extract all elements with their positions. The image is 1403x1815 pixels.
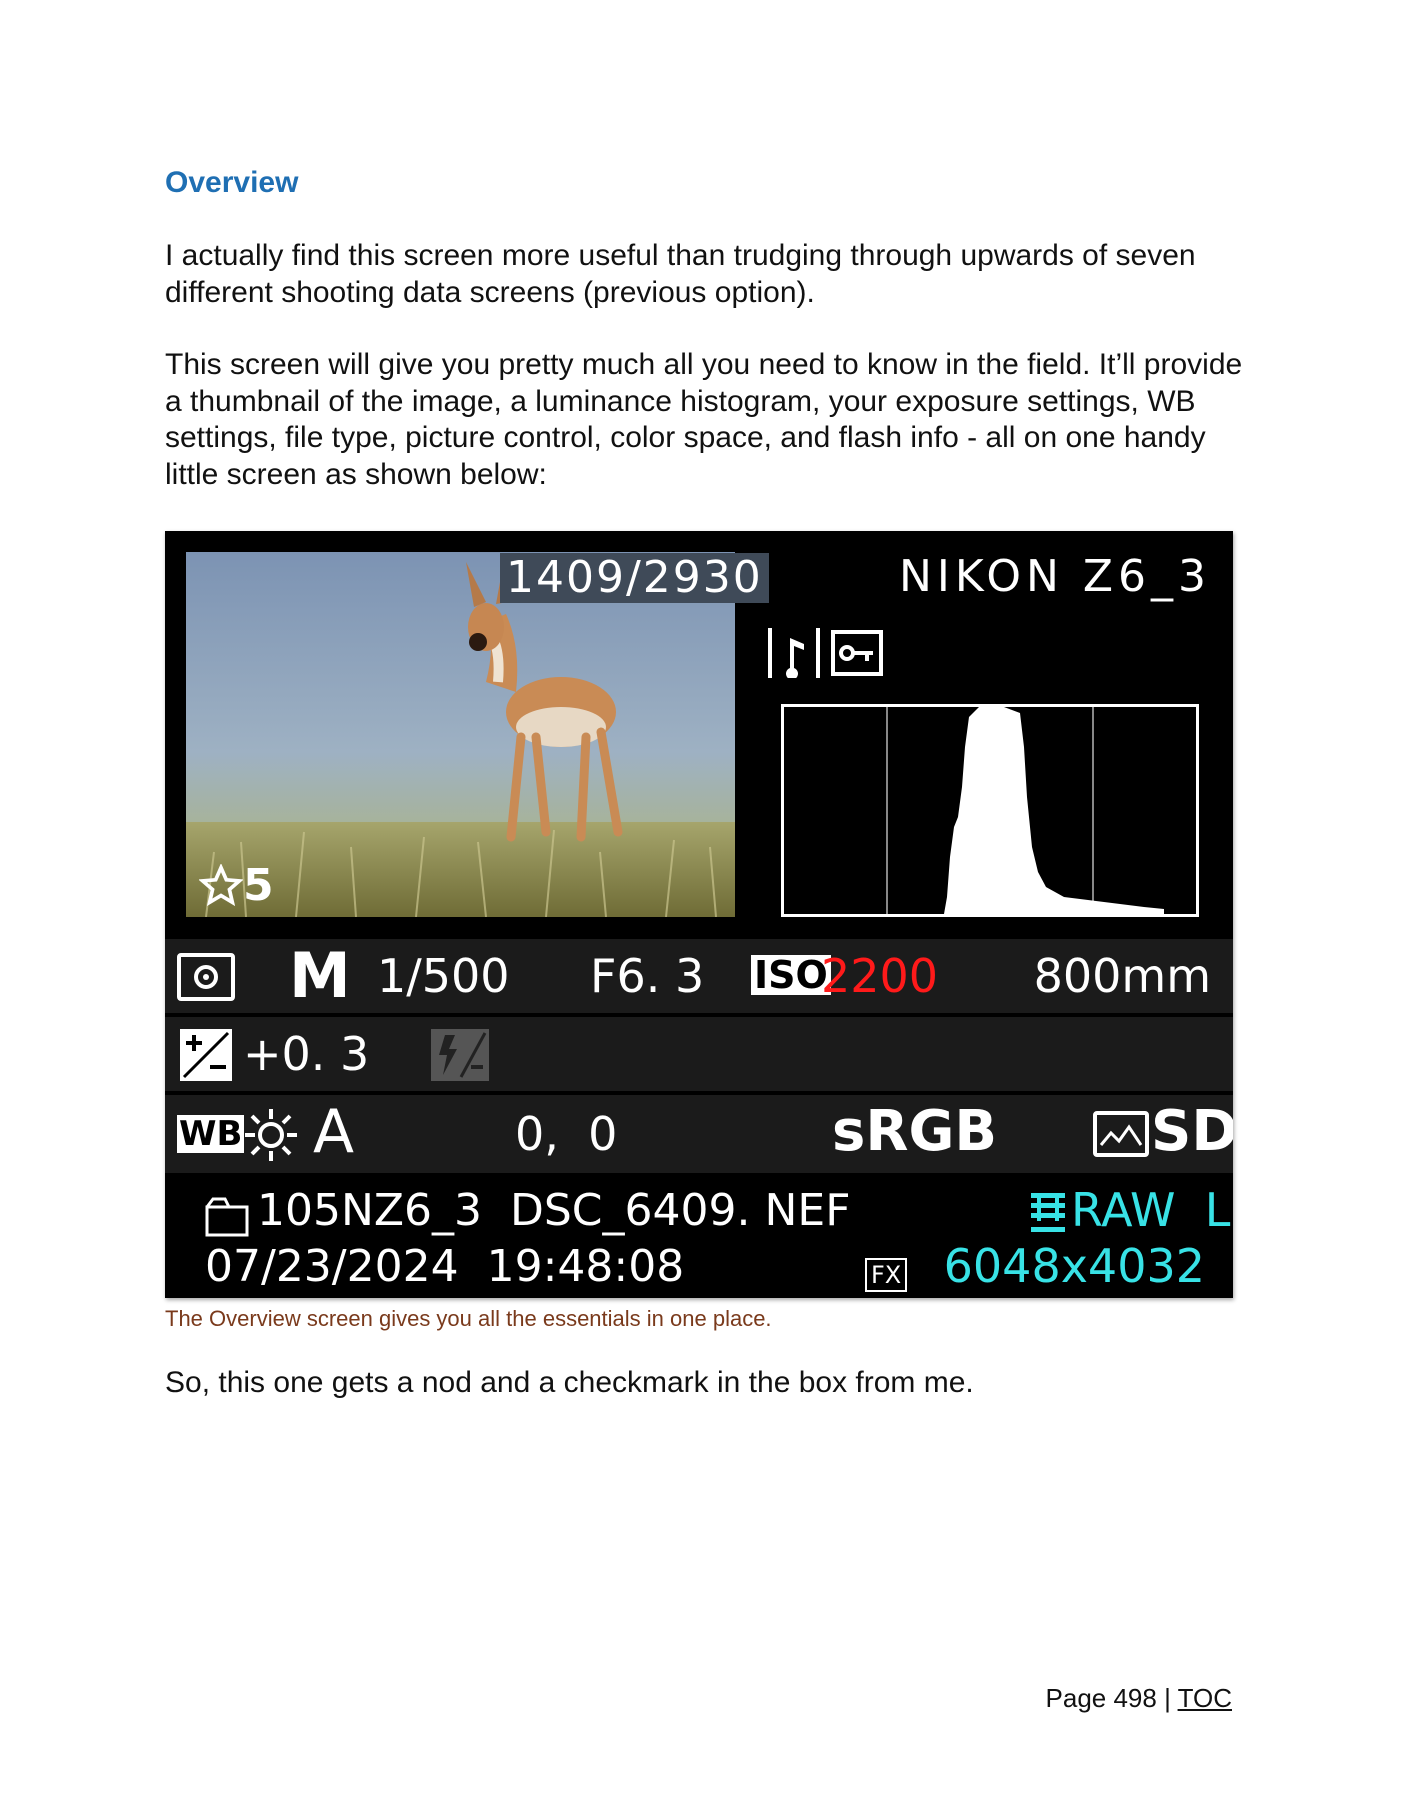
- star-icon: [198, 863, 244, 912]
- compensation-row: +0. 3: [165, 1017, 1233, 1091]
- wb-mode: A: [313, 1097, 355, 1167]
- iso-value: 2200: [821, 949, 939, 1003]
- image-quality-icon: [1029, 1191, 1067, 1239]
- folder-file-name: 105NZ6_3 DSC_6409. NEF: [257, 1185, 851, 1236]
- page-number: Page 498 |: [1045, 1683, 1178, 1713]
- camera-name: NIKON Z6_3: [898, 551, 1211, 602]
- flash-comp-icon: [431, 1029, 489, 1081]
- frame-counter: 1409/2930: [500, 553, 769, 603]
- luminance-histogram: [781, 704, 1199, 917]
- wb-fine-tune: 0, 0: [515, 1107, 618, 1161]
- picture-control-icon: [1093, 1111, 1149, 1157]
- protect-icon: [831, 630, 883, 676]
- camera-overview-screen: 1409/2930 5 NIKON Z6_3 M 1/500 F6. 3 ISO…: [165, 531, 1233, 1298]
- white-balance-row: WB A 0, 0 sRGB SD: [165, 1095, 1233, 1173]
- page-footer: Page 498 | TOC: [1046, 1683, 1232, 1714]
- voice-memo-icon: [768, 628, 820, 678]
- iso-label: ISO: [751, 955, 831, 995]
- focal-length: 800mm: [1033, 949, 1211, 1003]
- date-time: 07/23/2024 19:48:08: [205, 1241, 685, 1292]
- image-size: 6048x4032: [943, 1239, 1205, 1293]
- folder-icon: [205, 1193, 249, 1241]
- image-area: FX: [865, 1258, 908, 1292]
- shutter-speed: 1/500: [377, 949, 510, 1003]
- closing-paragraph: So, this one gets a nod and a checkmark …: [165, 1366, 974, 1399]
- section-heading: Overview: [165, 166, 299, 199]
- figure-caption: The Overview screen gives you all the es…: [165, 1306, 772, 1331]
- sun-icon: [243, 1107, 299, 1167]
- file-type: RAW L: [1071, 1183, 1231, 1237]
- toc-link[interactable]: TOC: [1178, 1683, 1232, 1713]
- description-paragraph: This screen will give you pretty much al…: [165, 348, 1243, 491]
- picture-control-value: SD: [1151, 1099, 1233, 1164]
- exposure-row: M 1/500 F6. 3 ISO 2200 800mm: [165, 939, 1233, 1013]
- exposure-comp-icon: [180, 1029, 232, 1081]
- rating-value: 5: [243, 860, 274, 911]
- wb-label: WB: [177, 1114, 245, 1154]
- intro-paragraph: I actually find this screen more useful …: [165, 239, 1196, 309]
- metering-icon: [177, 953, 235, 1001]
- exposure-comp-value: +0. 3: [243, 1027, 370, 1081]
- exposure-mode: M: [289, 939, 351, 1012]
- aperture: F6. 3: [590, 949, 705, 1003]
- color-space: sRGB: [832, 1099, 998, 1164]
